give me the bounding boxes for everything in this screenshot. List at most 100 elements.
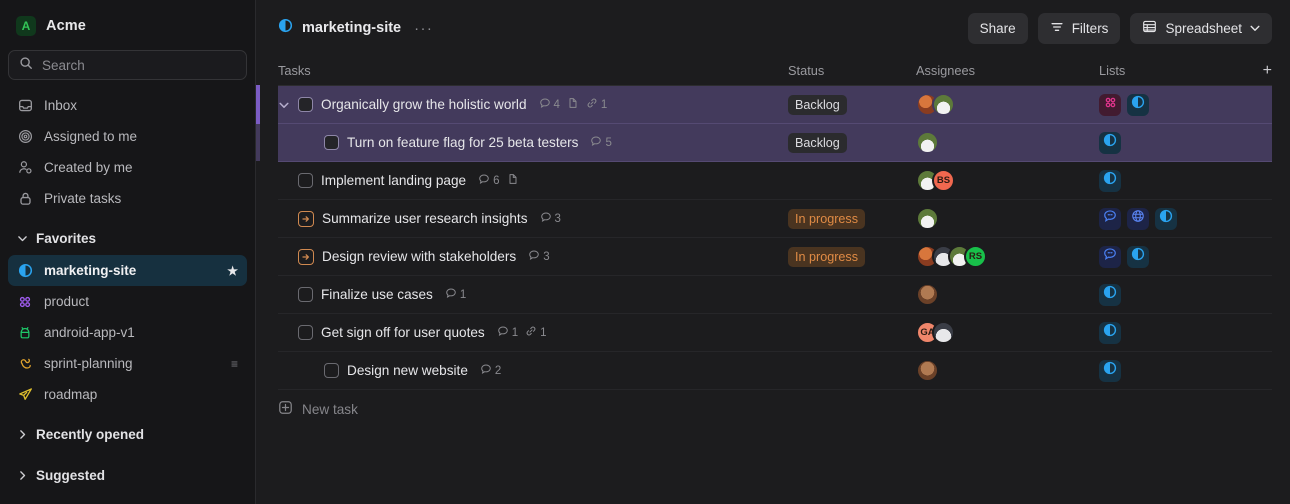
- column-header-lists[interactable]: Lists: [1099, 63, 1248, 78]
- add-column-button[interactable]: +: [1248, 62, 1272, 80]
- task-title[interactable]: Design review with stakeholders: [322, 249, 516, 264]
- table-row[interactable]: Design new website 2: [278, 352, 1272, 390]
- sidebar-item-sprint-planning[interactable]: sprint-planning ≡: [8, 348, 247, 379]
- assignees-cell[interactable]: [916, 359, 1099, 382]
- filters-button[interactable]: Filters: [1037, 12, 1121, 44]
- task-title[interactable]: Finalize use cases: [321, 287, 433, 302]
- sidebar-item-inbox[interactable]: Inbox: [8, 90, 247, 121]
- workspace-name: Acme: [46, 18, 86, 34]
- new-task-button[interactable]: New task: [278, 390, 1272, 428]
- spreadsheet-icon: [1142, 19, 1157, 37]
- list-badge[interactable]: [1127, 93, 1149, 116]
- filters-label: Filters: [1071, 20, 1109, 36]
- assignees-cell[interactable]: [916, 283, 1099, 306]
- column-header-status[interactable]: Status: [788, 63, 916, 78]
- task-title[interactable]: Summarize user research insights: [322, 211, 528, 226]
- comment-count: 4: [539, 97, 560, 112]
- list-badge[interactable]: [1099, 93, 1121, 116]
- comment-count: 1: [497, 325, 518, 340]
- list-badge[interactable]: [1099, 131, 1121, 154]
- lists-cell[interactable]: [1099, 207, 1248, 230]
- star-icon[interactable]: ★: [227, 264, 238, 278]
- lists-cell[interactable]: [1099, 321, 1248, 344]
- list-badge[interactable]: [1099, 321, 1121, 344]
- task-checkbox[interactable]: [298, 173, 313, 188]
- task-title[interactable]: Turn on feature flag for 25 beta testers: [347, 135, 578, 150]
- lists-cell[interactable]: [1099, 169, 1248, 192]
- recently-opened-section-header[interactable]: Recently opened: [8, 418, 247, 451]
- status-cell[interactable]: Backlog: [788, 94, 916, 115]
- comment-icon: [540, 211, 552, 226]
- share-button[interactable]: Share: [967, 12, 1028, 44]
- table-row[interactable]: Turn on feature flag for 25 beta testers…: [256, 124, 1272, 162]
- list-badge[interactable]: [1099, 207, 1121, 230]
- column-header-assignees[interactable]: Assignees: [916, 63, 1099, 78]
- link-icon: [586, 97, 598, 112]
- status-cell[interactable]: Backlog: [788, 132, 916, 153]
- task-checkbox[interactable]: [298, 287, 313, 302]
- workspace-switcher[interactable]: A Acme: [8, 4, 247, 48]
- favorites-section-header[interactable]: Favorites: [8, 222, 247, 255]
- sidebar-item-label: roadmap: [44, 387, 98, 402]
- sidebar-item-roadmap[interactable]: roadmap: [8, 379, 247, 410]
- lists-cell[interactable]: [1099, 283, 1248, 306]
- task-title[interactable]: Design new website: [347, 363, 468, 378]
- task-title[interactable]: Get sign off for user quotes: [321, 325, 485, 340]
- comment-count: 3: [540, 211, 561, 226]
- table-row[interactable]: Design review with stakeholders 3 In progr…: [278, 238, 1272, 276]
- sidebar-item-marketing-site[interactable]: marketing-site ★: [8, 255, 247, 286]
- task-title[interactable]: Implement landing page: [321, 173, 466, 188]
- sidebar-item-private-tasks[interactable]: Private tasks: [8, 183, 247, 214]
- search-input[interactable]: Search: [8, 50, 247, 80]
- view-switcher-button[interactable]: Spreadsheet: [1130, 12, 1272, 44]
- new-task-label: New task: [302, 401, 358, 417]
- table-row[interactable]: Finalize use cases 1: [278, 276, 1272, 314]
- breadcrumb[interactable]: marketing-site ···: [278, 18, 433, 38]
- list-badge[interactable]: [1099, 359, 1121, 382]
- assignees-cell[interactable]: GA: [916, 321, 1099, 344]
- sidebar-item-created-by-me[interactable]: Created by me: [8, 152, 247, 183]
- assignees-cell[interactable]: BS: [916, 169, 1099, 192]
- status-cell[interactable]: In progress: [788, 208, 916, 229]
- table-row[interactable]: Implement landing page 6 BS: [278, 162, 1272, 200]
- expand-chevron-icon[interactable]: [278, 100, 290, 110]
- task-checkbox[interactable]: [324, 363, 339, 378]
- status-badge: In progress: [788, 208, 865, 229]
- list-badge[interactable]: [1127, 245, 1149, 268]
- suggested-section-header[interactable]: Suggested: [8, 459, 247, 492]
- assignees-cell[interactable]: [916, 93, 1099, 116]
- list-badge[interactable]: [1099, 245, 1121, 268]
- overflow-menu-button[interactable]: ···: [410, 20, 433, 37]
- breadcrumb-title: marketing-site: [302, 20, 402, 36]
- assignees-cell[interactable]: [916, 207, 1099, 230]
- arrow-right-square-icon[interactable]: [298, 210, 314, 227]
- task-meta: 11: [497, 325, 550, 340]
- arrow-right-square-icon[interactable]: [298, 248, 314, 265]
- sidebar-item-assigned-to-me[interactable]: Assigned to me: [8, 121, 247, 152]
- list-badge[interactable]: [1099, 283, 1121, 306]
- lists-cell[interactable]: [1099, 93, 1248, 116]
- sidebar-item-product[interactable]: product: [8, 286, 247, 317]
- list-badge[interactable]: [1127, 207, 1149, 230]
- table-row[interactable]: Get sign off for user quotes 1 1 GA: [278, 314, 1272, 352]
- lists-cell[interactable]: [1099, 359, 1248, 382]
- lists-cell[interactable]: [1099, 131, 1248, 154]
- assignees-cell[interactable]: [916, 131, 1099, 154]
- task-checkbox[interactable]: [298, 325, 313, 340]
- task-checkbox[interactable]: [298, 97, 313, 112]
- table-header: Tasks Status Assignees Lists +: [278, 56, 1272, 86]
- assignees-cell[interactable]: RS: [916, 245, 1099, 268]
- half-circle-icon: [1103, 133, 1117, 152]
- task-cell: Get sign off for user quotes 1 1: [278, 325, 788, 340]
- list-badge[interactable]: [1155, 207, 1177, 230]
- task-cell: Design new website 2: [278, 363, 788, 378]
- sidebar-item-android-app-v1[interactable]: android-app-v1: [8, 317, 247, 348]
- task-checkbox[interactable]: [324, 135, 339, 150]
- status-cell[interactable]: In progress: [788, 246, 916, 267]
- list-badge[interactable]: [1099, 169, 1121, 192]
- task-title[interactable]: Organically grow the holistic world: [321, 97, 527, 112]
- table-row[interactable]: Summarize user research insights 3 In prog…: [278, 200, 1272, 238]
- lists-cell[interactable]: [1099, 245, 1248, 268]
- table-row[interactable]: Organically grow the holistic world 4 1 Bac…: [256, 85, 1272, 124]
- column-header-tasks[interactable]: Tasks: [278, 63, 788, 78]
